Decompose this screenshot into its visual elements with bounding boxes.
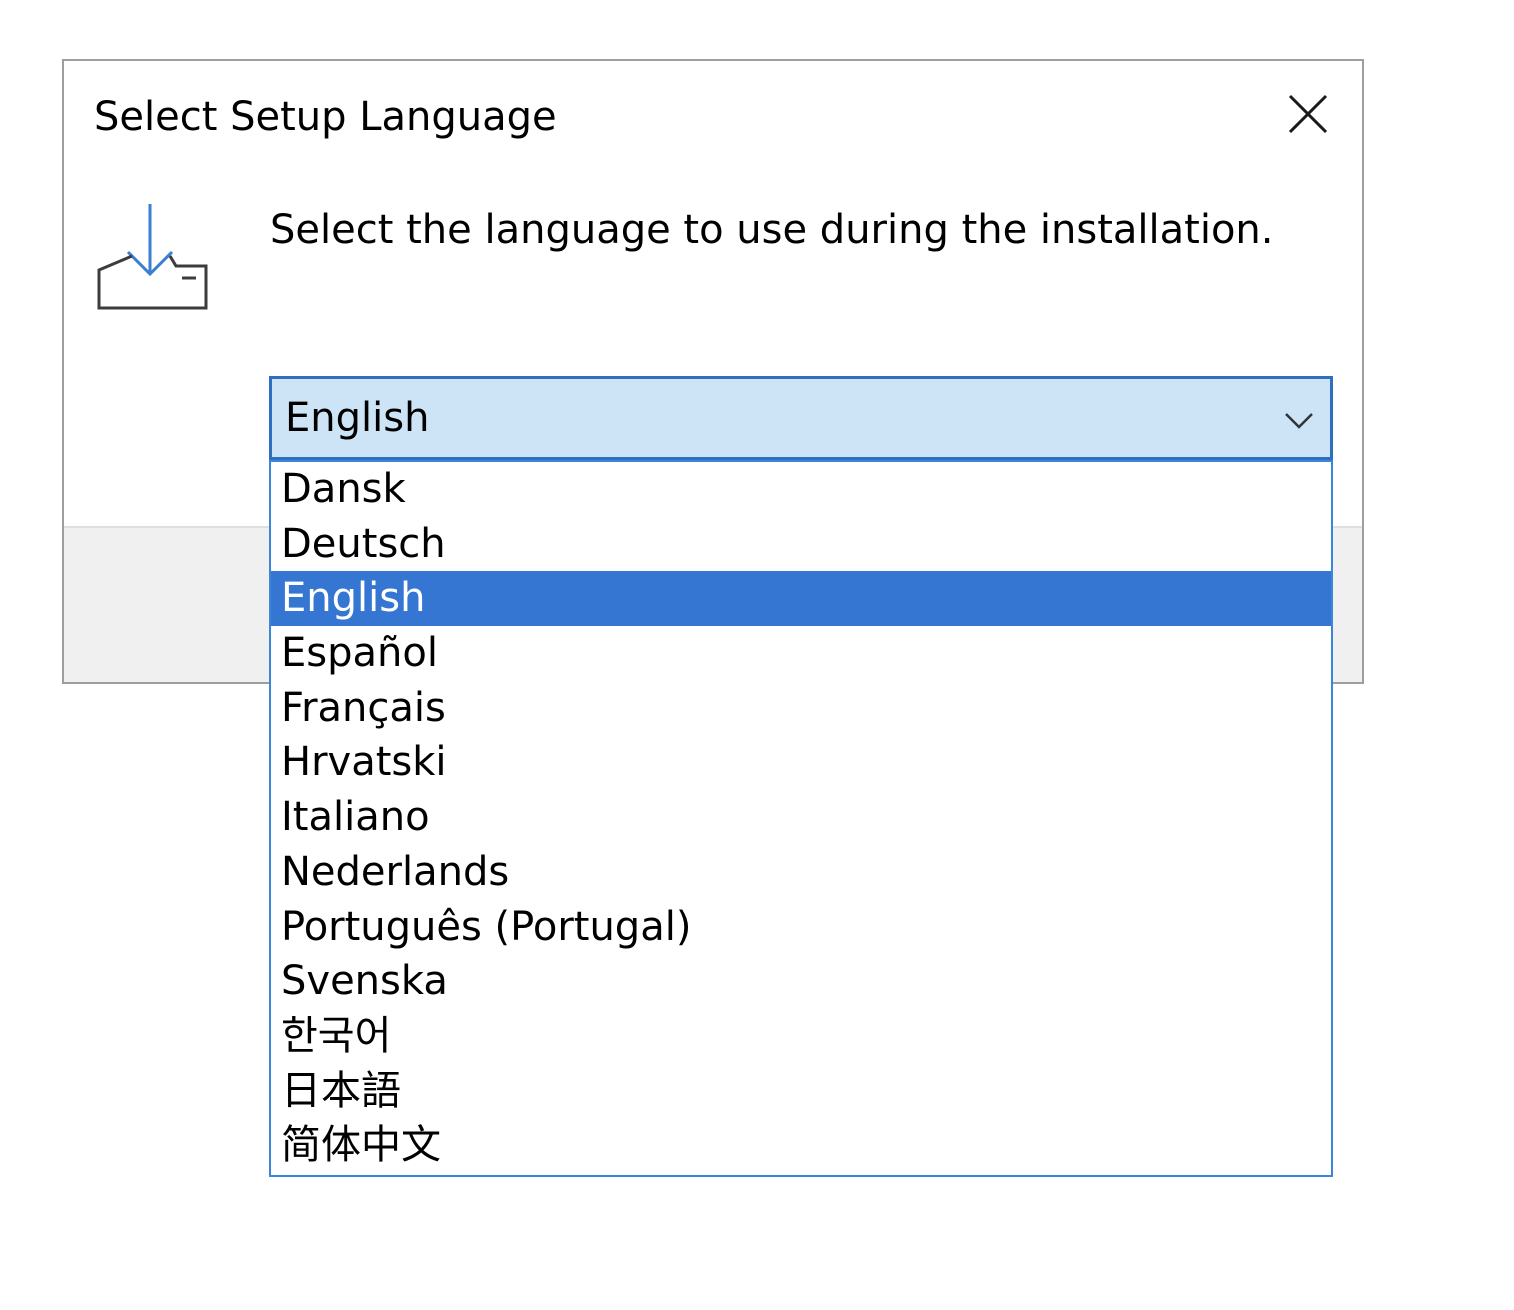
language-combobox[interactable]: English [269,376,1333,460]
language-option-portugues[interactable]: Português (Portugal) [271,900,1331,955]
dialog-title: Select Setup Language [94,94,557,140]
language-option-svenska[interactable]: Svenska [271,954,1331,1009]
language-option-francais[interactable]: Français [271,681,1331,736]
combobox-selected-value: English [285,395,430,441]
language-option-dansk[interactable]: Dansk [271,462,1331,517]
language-option-deutsch[interactable]: Deutsch [271,517,1331,572]
language-option-english[interactable]: English [271,571,1331,627]
language-option-japanese[interactable]: 日本語 [271,1064,1331,1119]
language-option-hrvatski[interactable]: Hrvatski [271,735,1331,790]
language-option-espanol[interactable]: Español [271,626,1331,681]
instruction-text: Select the language to use during the in… [270,207,1274,253]
chevron-down-icon[interactable] [1282,403,1316,437]
language-option-nederlands[interactable]: Nederlands [271,845,1331,900]
language-option-italiano[interactable]: Italiano [271,790,1331,845]
close-button[interactable] [1276,86,1340,146]
language-option-korean[interactable]: 한국어 [271,1009,1331,1064]
language-option-simplified-chinese[interactable]: 简体中文 [271,1118,1331,1173]
install-download-icon [94,200,214,316]
close-icon [1288,94,1328,134]
language-dropdown-list[interactable]: Dansk Deutsch English Español Français H… [269,460,1333,1177]
